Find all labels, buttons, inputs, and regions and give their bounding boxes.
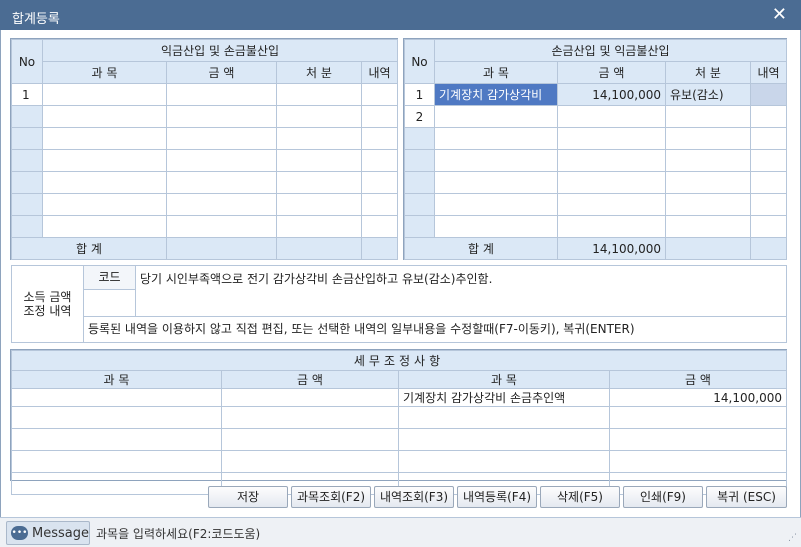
table-row[interactable] [11,105,399,128]
code-header: 코드 [84,266,136,290]
right-col-subject: 과 목 [434,61,558,84]
delete-button[interactable]: 삭제(F5) [540,486,620,508]
tax-col-amount1: 금 액 [221,370,399,389]
total-row: 합 계 14,100,000 [404,237,788,260]
amount-cell[interactable] [557,105,666,128]
table-row[interactable] [11,450,787,473]
table-row[interactable]: 기계장치 감가상각비 손금추인액 14,100,000 [11,388,787,407]
right-col-amount: 금 액 [557,61,666,84]
message-label: Message [32,525,89,541]
status-text: 과목을 입력하세요(F2:코드도움) [96,527,261,541]
tax-col-subject1: 과 목 [11,370,222,389]
right-no-header: No [404,39,435,84]
table-row[interactable] [11,127,399,150]
left-col-amount: 금 액 [166,61,277,84]
tax-table-title: 세무조정사항 [11,350,787,371]
table-row[interactable] [11,215,399,238]
tax-col-amount2: 금 액 [609,370,787,389]
right-table: No 손금산입 및 익금불산입 과 목 금 액 처 분 내역 1 기계장치 감가… [404,39,788,260]
left-col-disposal: 처 분 [276,61,362,84]
detail-cell[interactable] [749,83,788,106]
amount-cell[interactable] [166,83,277,106]
amount-cell[interactable] [221,388,399,407]
table-row[interactable] [404,127,788,150]
right-total-label: 합 계 [404,237,558,260]
right-group-header: 손금산입 및 익금불산입 [433,39,788,62]
right-total-amount: 14,100,000 [557,237,666,260]
subject-cell[interactable] [11,388,222,407]
subject-lookup-button[interactable]: 과목조회(F2) [291,486,371,508]
adjustment-hint: 등록된 내역을 이용하지 않고 직접 편집, 또는 선택한 내역의 일부내용을 … [84,316,786,342]
table-row[interactable] [404,171,788,194]
adjustment-label: 소득 금액 조정 내역 [12,266,84,342]
adjustment-label-line1: 소득 금액 [23,290,72,304]
close-icon[interactable]: ✕ [772,4,787,25]
adjustment-panel: 소득 금액 조정 내역 코드 당기 시인부족액으로 전기 감가상각비 손금산입하… [11,265,787,343]
right-col-detail: 내역 [749,61,788,84]
amount-cell[interactable]: 14,100,000 [557,83,666,106]
table-row[interactable] [404,193,788,216]
left-total-label: 합 계 [11,237,167,260]
total-row: 합 계 [11,237,399,260]
row-no: 1 [404,83,435,106]
table-row[interactable]: 1 [11,83,399,106]
table-row[interactable] [11,171,399,194]
table-row[interactable] [11,428,787,451]
disposal-cell[interactable] [665,105,751,128]
amount-cell[interactable]: 14,100,000 [609,388,787,407]
table-row[interactable]: 2 [404,105,788,128]
right-col-disposal: 처 분 [665,61,751,84]
adjustment-label-line2: 조정 내역 [23,304,72,318]
left-table: No 익금산입 및 손금불산입 과 목 금 액 처 분 내역 1 합 계 [11,39,399,260]
subject-cell-selected[interactable]: 기계장치 감가상각비 [434,83,558,106]
row-no: 1 [11,83,43,106]
adjustment-description[interactable]: 당기 시인부족액으로 전기 감가상각비 손금산입하고 유보(감소)추인함. [140,270,780,314]
subject-cell[interactable] [434,105,558,128]
print-button[interactable]: 인쇄(F9) [623,486,703,508]
resize-grip-icon[interactable]: ⋰ [788,533,797,543]
window-title: 합계등록 [12,12,60,27]
table-row[interactable]: 1 기계장치 감가상각비 14,100,000 유보(감소) [404,83,788,106]
disposal-cell[interactable] [276,83,362,106]
table-row[interactable] [11,193,399,216]
subject-cell[interactable]: 기계장치 감가상각비 손금추인액 [398,388,610,407]
table-row[interactable] [11,406,787,429]
chat-bubble-icon: ••• [11,526,29,540]
table-row[interactable] [404,215,788,238]
table-row[interactable] [11,149,399,172]
left-col-detail: 내역 [360,61,399,84]
status-bar: ••• Message 과목을 입력하세요(F2:코드도움) ⋰ [0,517,801,547]
detail-lookup-button[interactable]: 내역조회(F3) [374,486,454,508]
tax-adjustment-table: 세무조정사항 과 목 금 액 과 목 금 액 기계장치 감가상각비 손금추인액 … [11,350,787,495]
code-field[interactable] [84,290,136,316]
tax-col-subject2: 과 목 [398,370,610,389]
detail-register-button[interactable]: 내역등록(F4) [457,486,537,508]
subject-cell[interactable] [42,83,167,106]
return-button[interactable]: 복귀 (ESC) [706,486,787,508]
row-no: 2 [404,105,435,128]
window-titlebar: 합계등록 ✕ [0,0,801,30]
detail-cell[interactable] [749,105,788,128]
left-group-header: 익금산입 및 손금불산입 [41,39,399,62]
save-button[interactable]: 저장 [208,486,288,508]
left-col-subject: 과 목 [42,61,167,84]
message-button[interactable]: ••• Message [6,521,90,545]
left-no-header: No [11,39,43,84]
disposal-cell[interactable]: 유보(감소) [665,83,751,106]
detail-cell[interactable] [360,83,399,106]
table-row[interactable] [404,149,788,172]
left-total-amount [166,237,277,260]
